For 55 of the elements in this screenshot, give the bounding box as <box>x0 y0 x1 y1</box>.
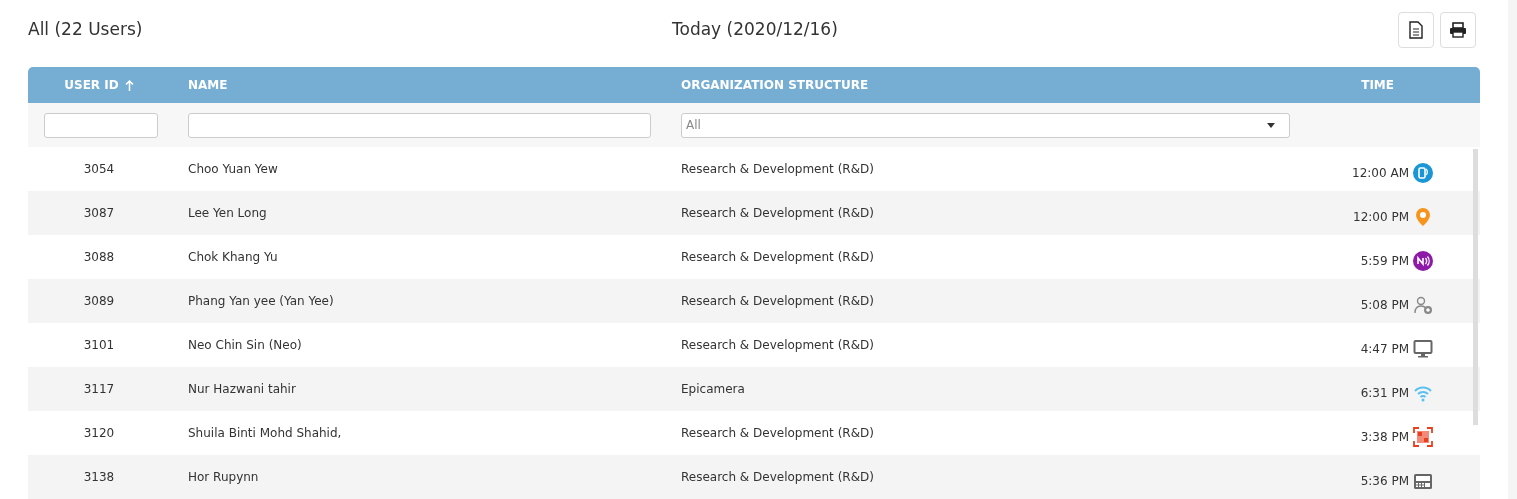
user-id-cell-text: 3088 <box>83 249 115 266</box>
print-button[interactable] <box>1440 11 1476 48</box>
date-heading: Today (2020/12/16) <box>672 17 838 41</box>
filter-field[interactable] <box>188 112 651 138</box>
export-button[interactable] <box>1398 11 1434 48</box>
filter-field[interactable] <box>44 112 158 138</box>
user-icon <box>1413 295 1433 315</box>
user-id-cell-text: 3089 <box>83 293 115 310</box>
user-id-cell-text: 3117 <box>83 381 115 398</box>
name-cell: Phang Yan yee (Yan Yee) <box>188 294 334 308</box>
name-cell: Neo Chin Sin (Neo) <box>188 338 302 352</box>
filter-select[interactable]: All <box>681 112 1290 138</box>
organization-cell: Research & Development (R&D) <box>681 162 874 176</box>
organization-cell: Research & Development (R&D) <box>681 470 874 484</box>
table-row[interactable]: 3117 Nur Hazwani tahir Epicamera 6:31 PM <box>28 367 1480 411</box>
user-id-cell-text: 3087 <box>83 205 115 222</box>
name-cell: Chok Khang Yu <box>188 250 278 264</box>
nfc-icon <box>1413 251 1433 271</box>
table-row[interactable]: 3138 Hor Rupynn Research & Development (R&D) 5:36 PM <box>28 455 1480 499</box>
user-id-cell-text: 3120 <box>83 425 115 442</box>
time-cell-text: 5:08 PM <box>1360 297 1409 314</box>
monitor-icon <box>1413 339 1433 359</box>
time-cell-text: 12:00 PM <box>1353 209 1409 226</box>
app-icon <box>1413 163 1433 183</box>
page-title: All (22 Users) <box>28 17 144 41</box>
time-cell-text: 4:47 PM <box>1360 341 1409 358</box>
time-cell-text: 3:38 PM <box>1360 429 1409 446</box>
user-id-cell-text: 3101 <box>83 337 115 354</box>
organization-cell: Research & Development (R&D) <box>681 294 874 308</box>
name-cell: Nur Hazwani tahir <box>188 382 296 396</box>
dropdown-caret-icon <box>1267 122 1275 128</box>
time-cell-text: 5:59 PM <box>1360 253 1409 270</box>
table-row[interactable]: 3089 Phang Yan yee (Yan Yee) Research & Development (R&D) 5:08 PM <box>28 279 1480 323</box>
document-icon <box>1408 20 1424 39</box>
name-cell: Lee Yen Long <box>188 206 267 220</box>
time-cell-text: 12:00 AM <box>1352 165 1409 182</box>
printer-icon <box>1449 21 1467 38</box>
sort-ascending-icon[interactable] <box>124 79 134 91</box>
organization-cell: Research & Development (R&D) <box>681 426 874 440</box>
scrollbar[interactable] <box>1473 149 1478 425</box>
qr-code-icon <box>1413 427 1433 447</box>
user-id-cell-text: 3138 <box>83 469 115 486</box>
table-row[interactable]: 3087 Lee Yen Long Research & Development (R&D) 12:00 PM <box>28 191 1480 235</box>
name-cell: Shuila Binti Mohd Shahid, <box>188 426 342 440</box>
organization-cell: Epicamera <box>681 382 745 396</box>
organization-cell: Research & Development (R&D) <box>681 206 874 220</box>
location-pin-icon <box>1413 207 1433 227</box>
time-cell-text: 5:36 PM <box>1360 473 1409 490</box>
organization-cell: Research & Development (R&D) <box>681 338 874 352</box>
name-cell: Choo Yuan Yew <box>188 162 278 176</box>
user-id-cell-text: 3054 <box>83 161 115 178</box>
keypad-device-icon <box>1413 471 1433 491</box>
time-cell-text: 6:31 PM <box>1360 385 1409 402</box>
name-cell: Hor Rupynn <box>188 470 259 484</box>
organization-cell: Research & Development (R&D) <box>681 250 874 264</box>
